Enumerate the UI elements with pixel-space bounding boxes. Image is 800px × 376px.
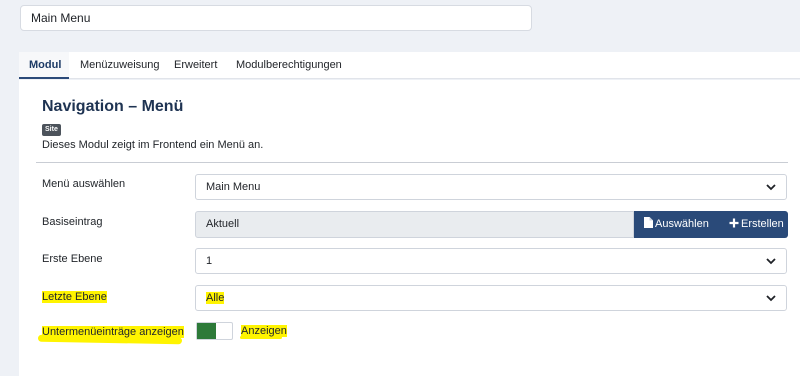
base-item-label: Basiseintrag (42, 216, 103, 228)
select-button-label: Auswählen (655, 218, 709, 230)
create-button[interactable]: Erstellen (719, 211, 788, 238)
tab-modul[interactable]: Modul (19, 52, 69, 79)
tab-modulberechtigungen[interactable]: Modulberechtigungen (236, 52, 342, 79)
module-title-input[interactable]: Main Menu (20, 5, 532, 31)
chevron-down-icon (766, 295, 776, 302)
site-badge: Site (42, 124, 61, 136)
chevron-down-icon (766, 258, 776, 265)
end-level-select[interactable]: Alle (195, 285, 787, 311)
start-level-label: Erste Ebene (42, 253, 103, 265)
chevron-down-icon (766, 184, 776, 191)
create-button-label: Erstellen (741, 218, 784, 230)
module-description: Dieses Modul zeigt im Frontend ein Menü … (42, 139, 264, 151)
end-level-label: Letzte Ebene (42, 291, 107, 303)
start-level-select[interactable]: 1 (195, 248, 787, 274)
end-level-value: Alle (206, 292, 225, 304)
select-button[interactable]: Auswählen (634, 211, 719, 238)
plus-icon (729, 218, 739, 228)
menu-select[interactable]: Main Menu (195, 174, 787, 200)
menu-select-value: Main Menu (206, 181, 261, 193)
tab-erweitert[interactable]: Erweitert (174, 52, 217, 79)
toggle-on-indicator (197, 323, 216, 339)
base-item-field: Aktuell (195, 211, 634, 238)
show-subitems-toggle[interactable] (196, 322, 233, 340)
menu-select-label: Menü auswählen (42, 178, 126, 190)
show-subitems-state: Anzeigen (241, 325, 287, 337)
page-title: Navigation – Menü (42, 98, 184, 115)
file-icon (644, 217, 653, 228)
start-level-value: 1 (206, 255, 213, 267)
show-subitems-label: Untermenüeinträge anzeigen (42, 326, 184, 338)
tab-menuzuweisung[interactable]: Menüzuweisung (80, 52, 160, 79)
tab-bar: Modul Menüzuweisung Erweitert Modulberec… (19, 52, 800, 79)
divider (36, 162, 788, 163)
